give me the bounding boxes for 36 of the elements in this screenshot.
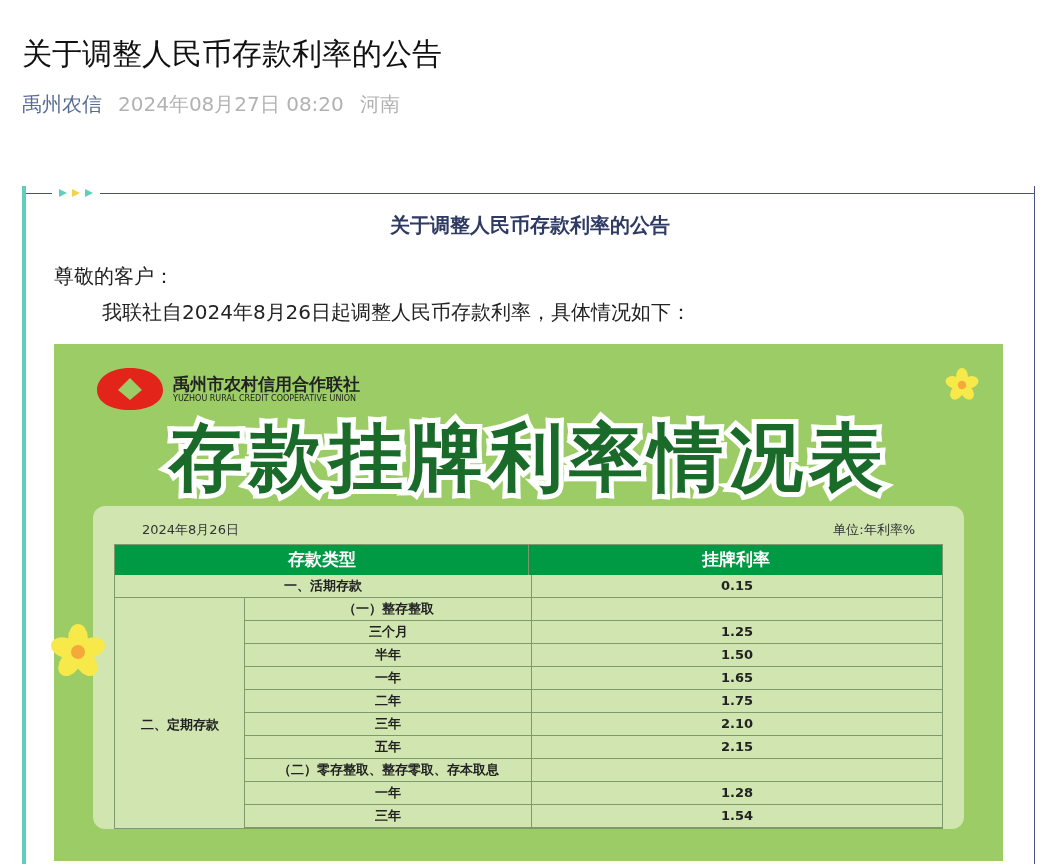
unit-label: 单位:年利率% — [833, 521, 915, 539]
table-cell: 1.75 — [532, 689, 942, 713]
flower-icon — [945, 368, 979, 402]
table-cell: 一、活期存款 — [115, 574, 532, 598]
table-cell: 1.28 — [532, 781, 942, 805]
notice-title: 关于调整人民币存款利率的公告 — [389, 212, 671, 239]
column-header: 挂牌利率 — [700, 547, 771, 571]
table-cell: 五年 — [245, 735, 532, 759]
table-cell: 2.15 — [532, 735, 942, 759]
table-cell: 1.65 — [532, 666, 942, 690]
table-cell: 三个月 — [245, 620, 532, 644]
table-cell: 0.15 — [532, 574, 942, 598]
salutation: 尊敬的客户： — [54, 263, 175, 290]
table-cell: 1.50 — [532, 643, 942, 667]
publish-date: 2024年08月27日 08:20 — [118, 91, 344, 118]
table-cell: 半年 — [245, 643, 532, 667]
author-link[interactable]: 禹州农信 — [22, 90, 102, 118]
table-cell: 三年 — [245, 712, 532, 736]
article-title: 关于调整人民币存款利率的公告 — [22, 35, 443, 73]
table-cell: 一年 — [245, 666, 532, 690]
table-cell: （一）整存整取 — [245, 597, 532, 621]
table-cell: 二年 — [245, 689, 532, 713]
region-label: 河南 — [359, 91, 400, 118]
table-cell: 1.25 — [532, 620, 942, 644]
column-header: 存款类型 — [115, 544, 529, 575]
org-name-english: YUZHOU RURAL CREDIT COOPERATIVE UNION — [173, 394, 357, 404]
logo-icon — [95, 366, 165, 412]
table-cell: （二）零存整取、整存零取、存本取息 — [245, 758, 532, 782]
table-cell: 三年 — [245, 804, 532, 828]
intro-paragraph: 我联社自2024年8月26日起调整人民币存款利率，具体情况如下： — [101, 299, 693, 326]
table-cell: 1.54 — [532, 804, 942, 828]
table-cell: 2.10 — [532, 712, 942, 736]
table-date: 2024年8月26日 — [142, 521, 239, 539]
org-name: 禹州市农村信用合作联社 — [173, 374, 360, 394]
table-cell: 二、定期存款 — [115, 597, 245, 828]
table-cell: 一年 — [245, 781, 532, 805]
